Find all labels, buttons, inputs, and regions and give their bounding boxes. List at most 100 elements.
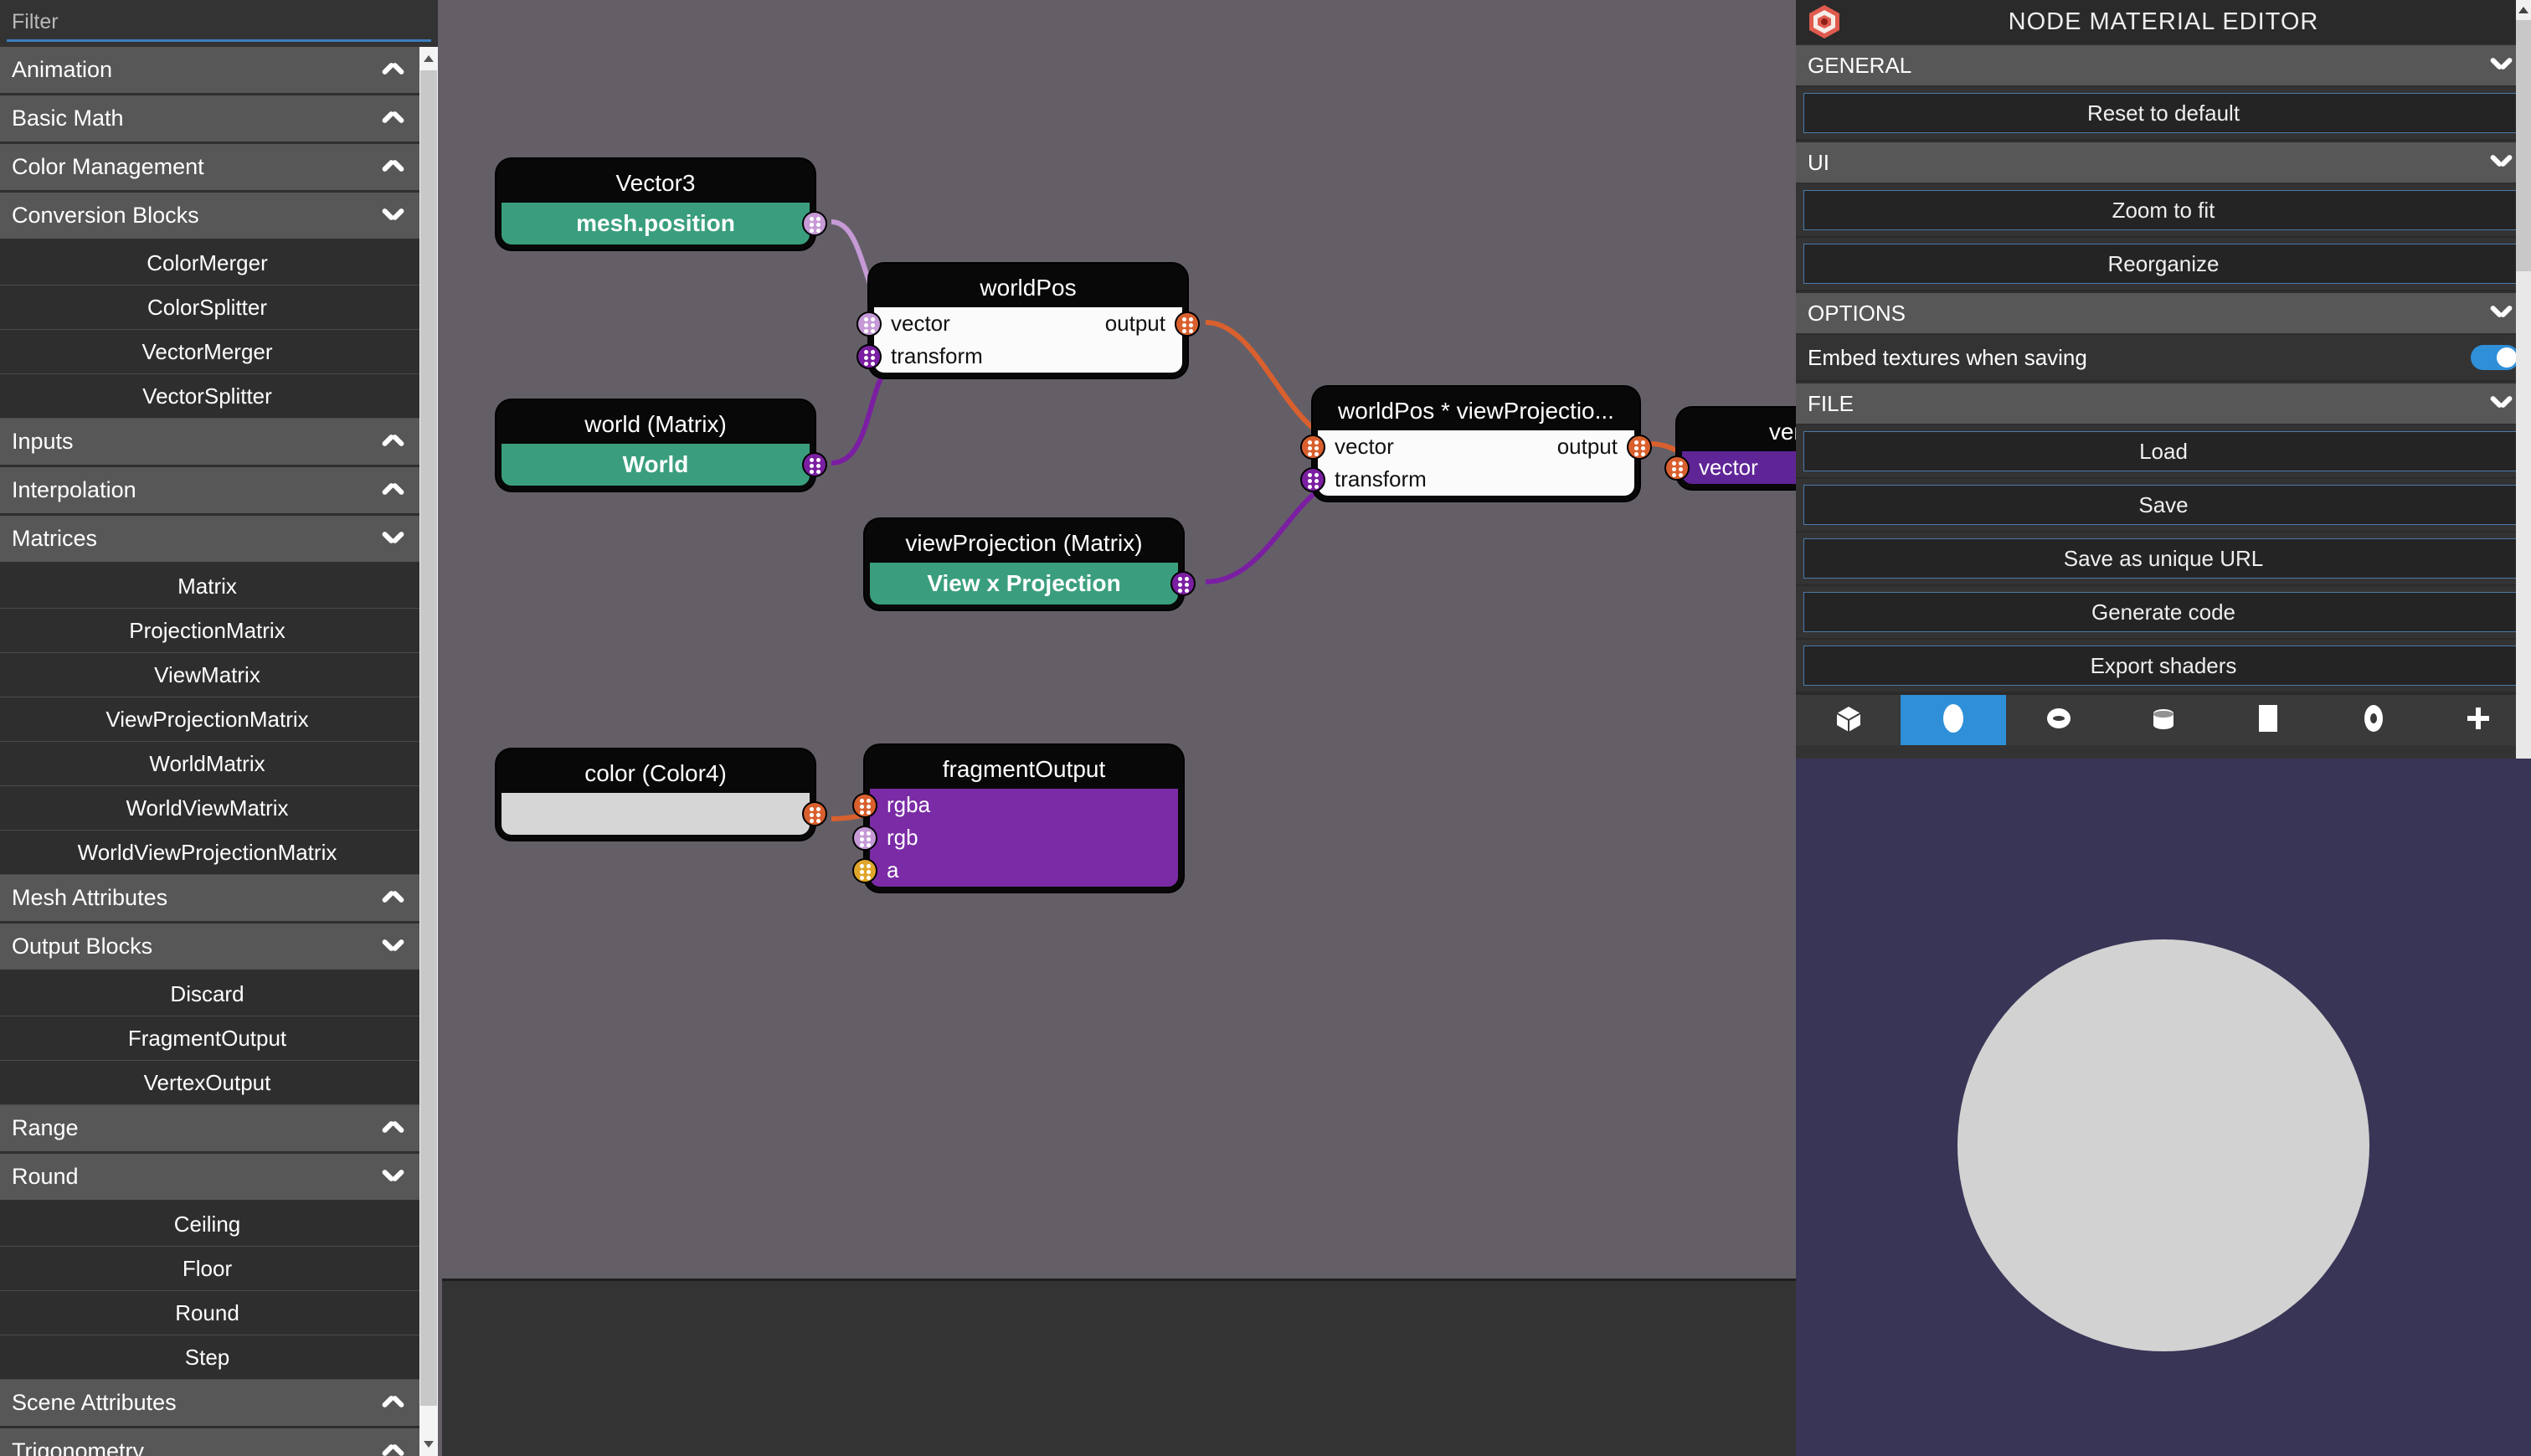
sidebar-group-interpolation[interactable]: Interpolation bbox=[0, 467, 423, 516]
load-button[interactable]: Load bbox=[1803, 431, 2523, 471]
graph-node-color4[interactable]: color (Color4) bbox=[496, 749, 827, 840]
sidebar-block-colorsplitter[interactable]: ColorSplitter bbox=[0, 286, 423, 330]
input-port-label: transform bbox=[1335, 466, 1427, 491]
graph-node-vertexoutput[interactable]: vertexOutput vector bbox=[1664, 408, 1796, 489]
mesh-button-icosphere[interactable] bbox=[2321, 695, 2426, 745]
node-title: fragmentOutput bbox=[942, 756, 1106, 782]
node-body: vector output transform bbox=[857, 307, 1200, 373]
sidebar-group-label: Color Management bbox=[12, 154, 204, 179]
sidebar-group-trigonometry[interactable]: Trigonometry bbox=[0, 1428, 423, 1456]
sidebar-group-scene-attributes[interactable]: Scene Attributes bbox=[0, 1380, 423, 1428]
node-body: World bbox=[502, 444, 827, 486]
embed-textures-toggle[interactable] bbox=[2471, 345, 2519, 370]
panel-button-wrap: Generate code bbox=[1796, 586, 2531, 640]
sidebar-group-basic-math[interactable]: Basic Math bbox=[0, 95, 423, 144]
sidebar-group-inputs[interactable]: Inputs bbox=[0, 419, 423, 467]
input-port-vector[interactable] bbox=[857, 311, 882, 337]
output-port-output[interactable] bbox=[1627, 434, 1652, 460]
toggle-label: Embed textures when saving bbox=[1808, 344, 2087, 370]
reorganize-button[interactable]: Reorganize bbox=[1803, 244, 2523, 284]
sidebar-block-round[interactable]: Round bbox=[0, 1291, 423, 1335]
input-port-label: vector bbox=[1699, 455, 1758, 480]
filter-input[interactable] bbox=[7, 5, 431, 42]
sidebar-block-vectormerger[interactable]: VectorMerger bbox=[0, 330, 423, 374]
zoom-to-fit-button[interactable]: Zoom to fit bbox=[1803, 190, 2523, 230]
graph-node-vector3[interactable]: Vector3 mesh.position bbox=[496, 159, 827, 250]
sidebar-block-colormerger[interactable]: ColorMerger bbox=[0, 241, 423, 286]
panel-section-ui[interactable]: UI bbox=[1796, 141, 2531, 184]
output-port-output[interactable] bbox=[1175, 311, 1200, 337]
sidebar-block-viewprojectionmatrix[interactable]: ViewProjectionMatrix bbox=[0, 697, 423, 742]
graph-node-world[interactable]: world (Matrix) World bbox=[496, 400, 827, 491]
sidebar-block-vectorsplitter[interactable]: VectorSplitter bbox=[0, 374, 423, 419]
mesh-button-cylinder[interactable] bbox=[2111, 695, 2215, 745]
sidebar-group-color-management[interactable]: Color Management bbox=[0, 144, 423, 193]
graph-node-worldposvp[interactable]: worldPos * viewProjectio... vector output t… bbox=[1300, 387, 1652, 501]
mesh-button-cube[interactable] bbox=[1796, 695, 1901, 745]
generate-code-button[interactable]: Generate code bbox=[1803, 592, 2523, 632]
input-port-label: a bbox=[887, 857, 899, 882]
sidebar-group-animation[interactable]: Animation bbox=[0, 47, 423, 95]
node-body: View x Projection bbox=[870, 563, 1196, 605]
sidebar-group-mesh-attributes[interactable]: Mesh Attributes bbox=[0, 875, 423, 924]
port-glyph bbox=[804, 454, 826, 476]
panel-scrollbar[interactable] bbox=[2516, 0, 2531, 759]
input-port-vector[interactable] bbox=[1300, 434, 1325, 460]
node-graph-canvas[interactable]: Vector3 mesh.position worldPos vector output… bbox=[442, 0, 1796, 1279]
sidebar-group-matrices[interactable]: Matrices bbox=[0, 516, 423, 564]
save-as-unique-url-button[interactable]: Save as unique URL bbox=[1803, 538, 2523, 579]
output-port-vec3[interactable] bbox=[802, 211, 827, 236]
node-title: vertexOutput bbox=[1768, 419, 1796, 445]
panel-scroll-up-icon[interactable] bbox=[2516, 0, 2531, 20]
sidebar-scrollbar-thumb[interactable] bbox=[420, 70, 437, 1406]
sidebar-block-discard[interactable]: Discard bbox=[0, 972, 423, 1016]
input-port-a[interactable] bbox=[852, 857, 877, 883]
input-port-rgb[interactable] bbox=[852, 825, 877, 851]
input-port-vector[interactable] bbox=[1664, 455, 1690, 481]
mesh-button-plane[interactable] bbox=[2216, 695, 2321, 745]
sidebar-block-viewmatrix[interactable]: ViewMatrix bbox=[0, 653, 423, 697]
input-port-label: rgba bbox=[887, 792, 931, 817]
sidebar-group-output-blocks[interactable]: Output Blocks bbox=[0, 924, 423, 972]
port-glyph bbox=[1628, 436, 1650, 458]
sidebar-block-fragmentoutput[interactable]: FragmentOutput bbox=[0, 1016, 423, 1061]
sidebar-block-ceiling[interactable]: Ceiling bbox=[0, 1202, 423, 1247]
output-port-mat[interactable] bbox=[1170, 571, 1196, 596]
panel-section-label: GENERAL bbox=[1808, 52, 1912, 78]
sidebar-block-worldmatrix[interactable]: WorldMatrix bbox=[0, 742, 423, 786]
input-port-rgba[interactable] bbox=[852, 792, 877, 818]
panel-section-options[interactable]: OPTIONS bbox=[1796, 291, 2531, 335]
panel-scrollbar-thumb[interactable] bbox=[2516, 20, 2531, 271]
mesh-button-sphere[interactable] bbox=[1901, 695, 2006, 745]
sidebar-block-worldviewprojectionmatrix[interactable]: WorldViewProjectionMatrix bbox=[0, 831, 423, 875]
sidebar-block-vertexoutput[interactable]: VertexOutput bbox=[0, 1061, 423, 1105]
chevron-down-icon bbox=[2489, 58, 2514, 73]
export-shaders-button[interactable]: Export shaders bbox=[1803, 646, 2523, 686]
graph-node-viewproj[interactable]: viewProjection (Matrix) View x Projection bbox=[865, 519, 1196, 610]
sidebar-block-worldviewmatrix[interactable]: WorldViewMatrix bbox=[0, 786, 423, 831]
sidebar-block-step[interactable]: Step bbox=[0, 1335, 423, 1380]
mesh-button-torus[interactable] bbox=[2006, 695, 2111, 745]
input-port-transform[interactable] bbox=[1300, 466, 1325, 492]
sidebar-group-range[interactable]: Range bbox=[0, 1105, 423, 1154]
panel-section-file[interactable]: FILE bbox=[1796, 382, 2531, 425]
sidebar-block-matrix[interactable]: Matrix bbox=[0, 564, 423, 609]
sidebar-scrollbar[interactable] bbox=[419, 47, 438, 1456]
scroll-down-arrow-icon[interactable] bbox=[419, 1433, 438, 1456]
graph-node-fragmentoutput[interactable]: fragmentOutput rgba rgb a bbox=[852, 745, 1183, 892]
sidebar-group-round[interactable]: Round bbox=[0, 1154, 423, 1202]
panel-header: NODE MATERIAL EDITOR bbox=[1796, 0, 2531, 44]
sidebar-block-floor[interactable]: Floor bbox=[0, 1247, 423, 1291]
sidebar-block-projectionmatrix[interactable]: ProjectionMatrix bbox=[0, 609, 423, 653]
graph-node-worldpos[interactable]: worldPos vector output transform bbox=[857, 264, 1200, 378]
reset-to-default-button[interactable]: Reset to default bbox=[1803, 93, 2523, 133]
output-port-mat[interactable] bbox=[802, 452, 827, 477]
save-button[interactable]: Save bbox=[1803, 485, 2523, 525]
panel-section-general[interactable]: GENERAL bbox=[1796, 44, 2531, 87]
input-port-transform[interactable] bbox=[857, 343, 882, 369]
color-swatch[interactable] bbox=[502, 793, 810, 835]
sidebar-group-conversion-blocks[interactable]: Conversion Blocks bbox=[0, 193, 423, 241]
material-preview[interactable] bbox=[1796, 759, 2531, 1456]
scroll-up-arrow-icon[interactable] bbox=[419, 47, 438, 70]
output-port-vec4[interactable] bbox=[802, 801, 827, 826]
